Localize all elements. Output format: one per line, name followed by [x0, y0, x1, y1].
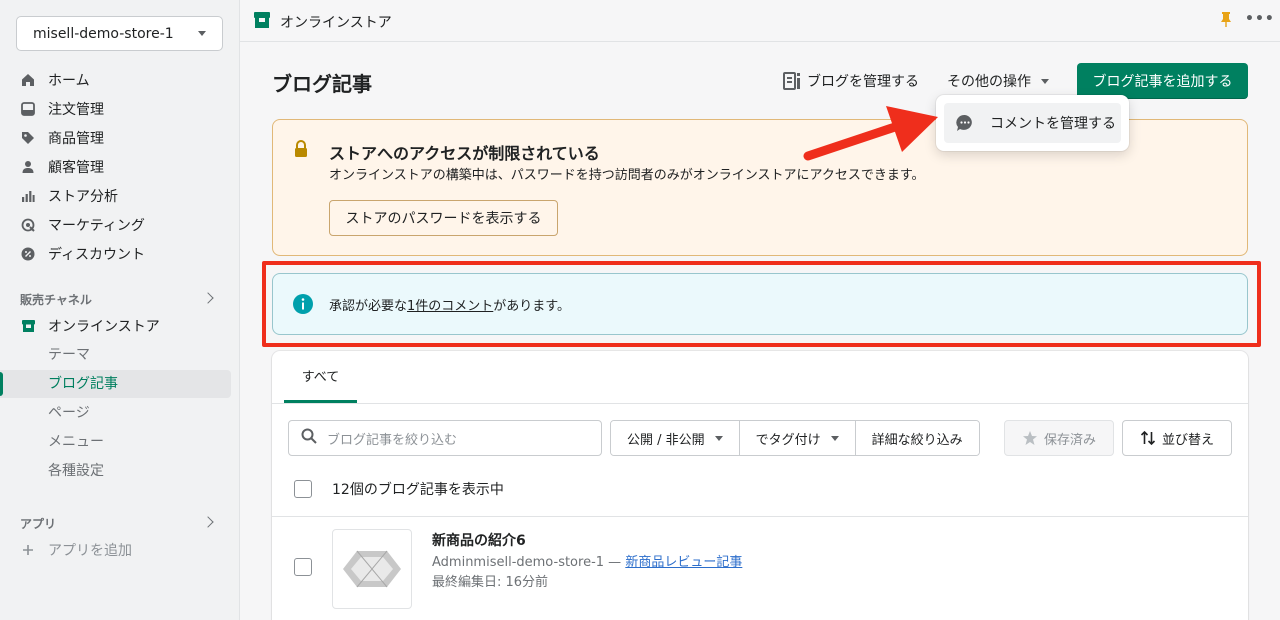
sidebar-item-themes[interactable]: テーマ — [48, 340, 90, 368]
comment-icon — [956, 114, 974, 132]
divider — [272, 516, 1248, 517]
sidebar: misell-demo-store-1 ホーム 注文管理 商品管理 顧客管理 ス… — [0, 0, 240, 620]
row-checkbox[interactable] — [294, 558, 312, 576]
chevron-down-icon — [1041, 78, 1049, 84]
blog-link[interactable]: 新商品レビュー記事 — [625, 555, 742, 570]
blog-posts-card: すべて ブログ記事を絞り込む 公開 / 非公開 でタグ付け 詳細な絞り込み 保存… — [272, 351, 1248, 620]
chevron-down-icon — [198, 31, 206, 36]
sidebar-item-orders[interactable]: 注文管理 — [16, 95, 104, 123]
more-actions-menu: コメントを管理する — [936, 95, 1129, 151]
saved-label: 保存済み — [1043, 432, 1096, 448]
sidebar-item-label: ホーム — [48, 73, 90, 89]
filter-label: 詳細な絞り込み — [871, 432, 963, 448]
sidebar-item-preferences[interactable]: 各種設定 — [48, 456, 104, 484]
tab-all[interactable]: すべて — [284, 351, 357, 403]
more-filters-button[interactable]: 詳細な絞り込み — [855, 421, 979, 455]
sidebar-item-label: オンラインストア — [48, 319, 160, 335]
sidebar-item-label: 顧客管理 — [48, 160, 104, 176]
search-placeholder: ブログ記事を絞り込む — [327, 432, 458, 448]
sidebar-item-products[interactable]: 商品管理 — [16, 124, 104, 152]
banner-body: オンラインストアの構築中は、パスワードを持つ訪問者のみがオンラインストアにアクセ… — [329, 168, 925, 183]
manage-blogs-label: ブログを管理する — [807, 74, 919, 90]
orders-icon — [20, 101, 36, 117]
person-icon — [20, 159, 36, 175]
topbar-title: オンラインストア — [280, 15, 392, 31]
pin-icon[interactable] — [1220, 12, 1232, 32]
add-blog-post-button[interactable]: ブログ記事を追加する — [1077, 63, 1248, 99]
page-title: ブログ記事 — [272, 72, 372, 96]
post-author: Adminmisell-demo-store-1 — — [432, 555, 626, 570]
sidebar-item-customers[interactable]: 顧客管理 — [16, 153, 104, 181]
search-icon — [301, 428, 317, 448]
sort-button[interactable]: 並び替え — [1122, 420, 1232, 456]
sort-label: 並び替え — [1161, 432, 1214, 448]
tag-filter-button[interactable]: でタグ付け — [739, 421, 856, 455]
sidebar-item-label: アプリを追加 — [48, 543, 132, 559]
marketing-icon — [20, 217, 36, 233]
apps-heading: アプリ — [20, 517, 57, 531]
manage-comments-menu-item[interactable]: コメントを管理する — [944, 103, 1121, 143]
sidebar-item-analytics[interactable]: ストア分析 — [16, 182, 118, 210]
storefront-icon — [253, 11, 271, 33]
more-actions-label: その他の操作 — [947, 74, 1031, 90]
manage-blogs-button[interactable]: ブログを管理する — [783, 70, 919, 92]
chevron-right-icon[interactable] — [202, 516, 214, 528]
divider — [272, 403, 1248, 404]
menu-item-label: コメントを管理する — [990, 116, 1116, 132]
more-actions-button[interactable]: その他の操作 — [947, 70, 1049, 92]
blog-icon — [783, 72, 803, 90]
filter-label: でタグ付け — [755, 432, 821, 448]
annotation-highlight-box — [262, 261, 1261, 347]
saved-button[interactable]: 保存済み — [1004, 420, 1114, 456]
chevron-down-icon — [714, 435, 723, 441]
post-meta: Adminmisell-demo-store-1 — 新商品レビュー記事 — [432, 551, 742, 570]
select-all-checkbox[interactable] — [294, 480, 312, 498]
sidebar-item-blog-posts[interactable]: ブログ記事 — [48, 369, 118, 397]
sidebar-item-pages[interactable]: ページ — [48, 398, 90, 426]
star-icon — [1022, 430, 1038, 446]
top-bar: オンラインストア — [240, 0, 1280, 42]
sidebar-item-label: ストア分析 — [48, 189, 118, 205]
sales-channels-heading: 販売チャネル — [20, 293, 92, 307]
tag-icon — [20, 130, 36, 146]
sidebar-item-home[interactable]: ホーム — [16, 66, 90, 94]
plus-icon — [20, 542, 36, 558]
sidebar-item-navigation[interactable]: メニュー — [48, 427, 104, 455]
store-selector[interactable]: misell-demo-store-1 — [16, 16, 223, 51]
sidebar-item-discounts[interactable]: ディスカウント — [16, 240, 145, 268]
sidebar-item-label: 注文管理 — [48, 102, 104, 118]
annotation-arrow — [803, 106, 938, 161]
sidebar-item-marketing[interactable]: マーケティング — [16, 211, 145, 239]
chevron-down-icon — [830, 435, 839, 441]
sidebar-item-label: ディスカウント — [48, 247, 146, 263]
sidebar-item-label: 商品管理 — [48, 131, 104, 147]
home-icon — [20, 72, 36, 88]
sidebar-item-online-store[interactable]: オンラインストア — [16, 312, 160, 340]
banner-title: ストアへのアクセスが制限されている — [329, 144, 600, 163]
post-title[interactable]: 新商品の紹介6 — [432, 530, 526, 550]
sidebar-item-label: マーケティング — [48, 218, 145, 234]
post-thumbnail[interactable] — [332, 529, 412, 609]
storefront-icon — [20, 318, 36, 334]
store-name: misell-demo-store-1 — [33, 25, 174, 42]
lock-icon — [293, 140, 309, 162]
analytics-icon — [20, 188, 36, 204]
sidebar-item-add-app[interactable]: アプリを追加 — [16, 536, 132, 564]
show-password-button[interactable]: ストアのパスワードを表示する — [329, 200, 558, 236]
search-input[interactable]: ブログ記事を絞り込む — [288, 420, 602, 456]
active-item-marker — [0, 372, 3, 396]
visibility-filter-button[interactable]: 公開 / 非公開 — [611, 421, 740, 455]
more-actions-icon[interactable]: ••• — [1245, 11, 1275, 27]
post-count: 12個のブログ記事を表示中 — [332, 482, 504, 498]
post-edited-time: 最終編集日: 16分前 — [432, 575, 549, 590]
discount-icon — [20, 246, 36, 262]
filter-group: 公開 / 非公開 でタグ付け 詳細な絞り込み — [610, 420, 980, 456]
sort-icon — [1140, 430, 1156, 446]
chevron-right-icon[interactable] — [202, 292, 214, 304]
select-all-row: 12個のブログ記事を表示中 — [294, 479, 504, 499]
filter-label: 公開 / 非公開 — [627, 432, 705, 448]
